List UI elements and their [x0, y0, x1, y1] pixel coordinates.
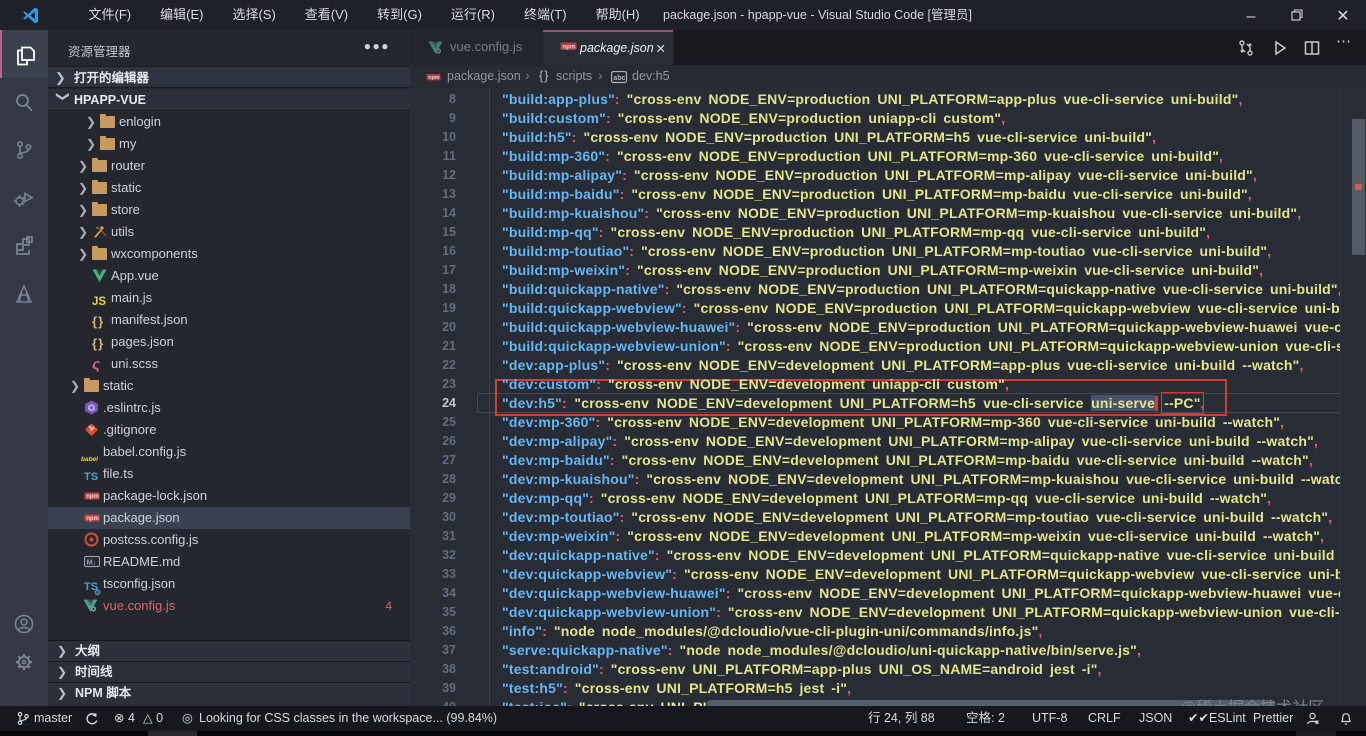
- svg-text:npm: npm: [86, 516, 99, 522]
- svg-text:npm: npm: [562, 43, 576, 50]
- svg-text:M↓: M↓: [87, 558, 97, 567]
- svg-text:abc: abc: [613, 75, 625, 82]
- svg-text:npm: npm: [86, 494, 99, 500]
- svg-text:npm: npm: [428, 75, 440, 81]
